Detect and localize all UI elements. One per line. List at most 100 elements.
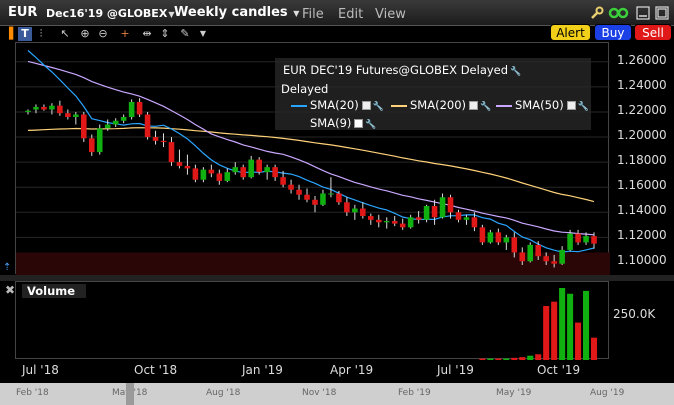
minimize-icon[interactable] [636,6,650,20]
sma50-edit-icon[interactable]: 🔧 [578,102,589,112]
candle-body[interactable] [248,159,254,178]
candle-body[interactable] [288,184,294,190]
sma20-edit-icon[interactable]: 🔧 [373,102,384,112]
bar-settings-icon[interactable]: ⫶ [34,27,48,41]
candle-body[interactable] [463,217,470,220]
candle-body[interactable] [81,114,87,139]
candle-body[interactable] [232,167,239,173]
volume-bar[interactable] [559,288,566,360]
volume-bar[interactable] [495,358,502,360]
candle-body[interactable] [280,177,286,185]
candle-body[interactable] [224,172,231,181]
volume-bar[interactable] [583,290,590,360]
candle-body[interactable] [527,244,534,262]
candle-body[interactable] [33,106,39,110]
toolbar-more-icon[interactable]: ▼ [196,27,210,41]
volume-bar[interactable] [511,357,518,360]
candle-body[interactable] [168,142,175,163]
candle-body[interactable] [583,236,589,243]
volume-bar[interactable] [551,301,558,360]
candle-body[interactable] [535,244,541,257]
candle-body[interactable] [328,193,334,195]
candle-body[interactable] [495,232,502,243]
candle-body[interactable] [559,249,565,264]
menu-file[interactable]: File [302,7,324,22]
candle-body[interactable] [152,137,159,141]
candle-body[interactable] [368,216,374,220]
candle-body[interactable] [264,167,270,173]
time-scrollbar[interactable]: Feb '18 May '18 Aug '18 Nov '18 Feb '19 … [0,383,674,405]
legend-item-sma9[interactable]: SMA(9) 🔧 [291,116,377,130]
volume-bar[interactable] [575,322,582,360]
candle-body[interactable] [41,106,47,110]
link-icon[interactable] [608,6,630,20]
scroll-thumb[interactable] [126,383,134,405]
candle-body[interactable] [73,114,79,117]
candle-body[interactable] [312,199,318,205]
candle-body[interactable] [112,120,119,125]
candle-body[interactable] [344,202,350,213]
alert-button[interactable]: Alert [550,24,591,41]
candle-body[interactable] [487,232,494,243]
candle-body[interactable] [57,105,63,114]
candle-body[interactable] [65,113,71,117]
contract-selector[interactable]: Dec16'19 @GLOBEX▼ [46,7,174,20]
candle-body[interactable] [160,140,167,143]
candle-body[interactable] [455,212,462,220]
menu-edit[interactable]: Edit [338,7,363,22]
candle-body[interactable] [128,101,135,117]
candle-body[interactable] [439,197,446,218]
candle-body[interactable] [447,197,454,213]
candle-body[interactable] [383,221,390,223]
indicator-legend[interactable]: EUR DEC'19 Futures@GLOBEX Delayed 🔧 Delay… [275,58,591,130]
symbol-label[interactable]: EUR [8,5,37,20]
volume-bar[interactable] [590,337,598,360]
timeframe-selector[interactable]: Weekly candles ▼ [174,5,299,20]
zoom-in-icon[interactable]: ⊕ [78,27,92,41]
volume-panel[interactable] [15,281,609,360]
candle-body[interactable] [104,124,111,129]
sell-button[interactable]: Sell [634,24,672,41]
candle-body[interactable] [567,233,573,250]
candle-body[interactable] [479,227,486,243]
candle-body[interactable] [25,110,31,112]
candle-body[interactable] [184,165,191,169]
candle-body[interactable] [503,237,510,243]
candle-body[interactable] [591,236,597,244]
chart-type-icon[interactable]: ▐ [2,27,16,41]
fit-height-icon[interactable]: ⇕ [158,27,172,41]
sma20-checkbox[interactable] [361,101,371,110]
candle-body[interactable] [320,193,326,205]
candle-body[interactable] [96,128,103,153]
candle-body[interactable] [551,261,557,264]
candle-body[interactable] [144,114,151,138]
legend-item-sma200[interactable]: SMA(200) 🔧 [391,98,491,112]
legend-title-edit-icon[interactable]: 🔧 [510,67,521,77]
maximize-icon[interactable] [655,6,669,20]
candle-body[interactable] [240,167,247,178]
volume-bar[interactable] [543,306,550,360]
candle-body[interactable] [471,217,478,228]
candle-body[interactable] [208,169,215,174]
candle-body[interactable] [296,189,302,195]
candle-body[interactable] [120,116,127,121]
candle-body[interactable] [519,252,526,262]
volume-bar[interactable] [503,358,510,360]
close-volume-icon[interactable]: ✖ [5,283,15,297]
legend-item-sma20[interactable]: SMA(20) 🔧 [291,98,384,112]
fit-width-icon[interactable]: ⇹ [140,27,154,41]
volume-bar[interactable] [527,355,534,360]
draw-tool-icon[interactable]: ✎ [178,27,192,41]
volume-bar[interactable] [479,358,486,360]
volume-bar[interactable] [487,358,494,360]
candle-body[interactable] [407,217,414,228]
candle-body[interactable] [415,217,422,220]
candle-body[interactable] [375,219,382,223]
candle-body[interactable] [575,233,581,243]
candle-body[interactable] [272,167,278,178]
text-tool-icon[interactable]: T [18,27,32,41]
candle-body[interactable] [200,169,207,180]
candle-body[interactable] [511,237,518,253]
candle-body[interactable] [88,138,95,153]
sma9-checkbox[interactable] [354,119,364,128]
